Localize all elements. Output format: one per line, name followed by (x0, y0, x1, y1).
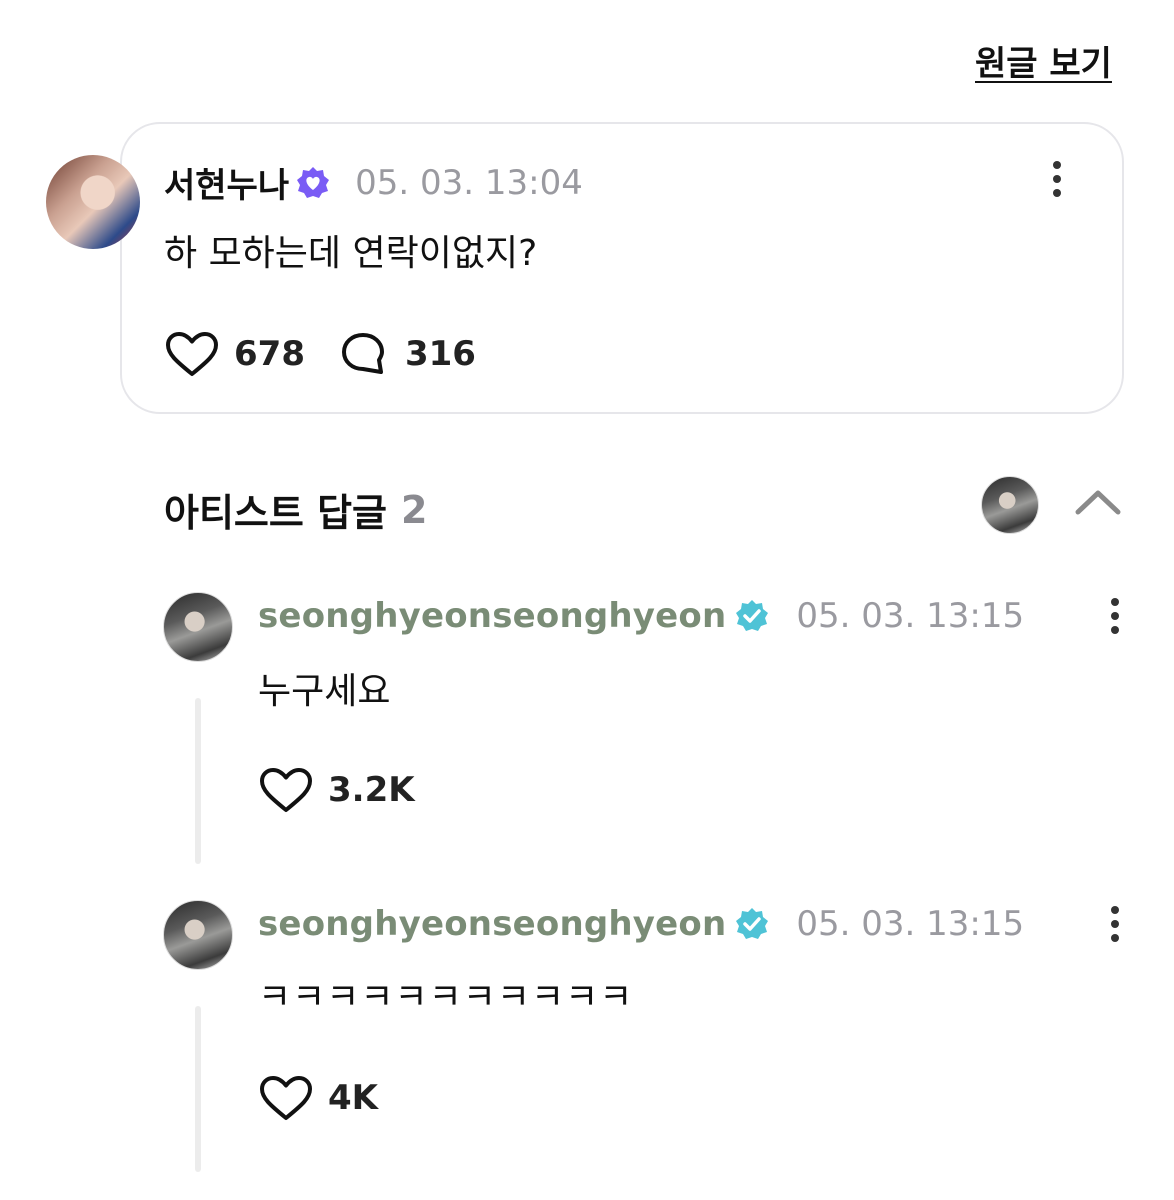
heart-icon[interactable] (258, 1074, 314, 1122)
reply-author-avatar[interactable] (163, 900, 233, 970)
post-timestamp: 05. 03. 13:04 (355, 162, 583, 203)
reply-author-avatar[interactable] (163, 592, 233, 662)
heart-icon[interactable] (164, 330, 220, 378)
artist-replies-count: 2 (401, 487, 428, 532)
thread-line (195, 698, 201, 864)
reply-author-name[interactable]: seonghyeonseonghyeon (258, 904, 726, 944)
post-header: 서현누나 05. 03. 13:04 (164, 158, 583, 207)
heart-icon[interactable] (258, 766, 314, 814)
post-actions: 678 316 (164, 330, 476, 378)
reply-actions: 3.2K (258, 766, 415, 814)
post-author-avatar[interactable] (46, 155, 140, 249)
verified-badge-icon (736, 908, 769, 939)
verified-badge-icon (736, 600, 769, 631)
view-original-link[interactable]: 원글 보기 (975, 36, 1112, 85)
artist-replies-header: 아티스트 답글 2 (164, 482, 427, 537)
post-comment-count: 316 (404, 334, 476, 374)
artist-avatar-small (981, 476, 1039, 534)
reply-like-count: 4K (328, 1078, 379, 1118)
post-text: 하 모하는데 연락이없지? (164, 233, 538, 274)
post-more-options-icon[interactable] (1047, 161, 1067, 201)
thread-line (195, 1006, 201, 1172)
post-author-name[interactable]: 서현누나 (164, 158, 289, 207)
reply-author-name[interactable]: seonghyeonseonghyeon (258, 596, 726, 636)
reply-header: seonghyeonseonghyeon 05. 03. 13:15 (258, 596, 1024, 636)
reply-timestamp: 05. 03. 13:15 (796, 596, 1025, 636)
chevron-up-icon[interactable] (1074, 486, 1122, 518)
reply-header: seonghyeonseonghyeon 05. 03. 13:15 (258, 904, 1024, 944)
verified-badge-icon (297, 166, 330, 198)
post-like-count: 678 (234, 334, 305, 374)
reply-text: ㅋㅋㅋㅋㅋㅋㅋㅋㅋㅋㅋ (258, 977, 634, 1018)
reply-actions: 4K (258, 1074, 378, 1122)
reply-more-options-icon[interactable] (1105, 906, 1125, 946)
comment-bubble-icon[interactable] (339, 330, 387, 378)
reply-like-count: 3.2K (328, 770, 415, 810)
artist-replies-title: 아티스트 답글 (164, 491, 387, 535)
reply-more-options-icon[interactable] (1105, 598, 1125, 638)
reply-timestamp: 05. 03. 13:15 (796, 904, 1025, 944)
reply-text: 누구세요 (258, 671, 391, 712)
